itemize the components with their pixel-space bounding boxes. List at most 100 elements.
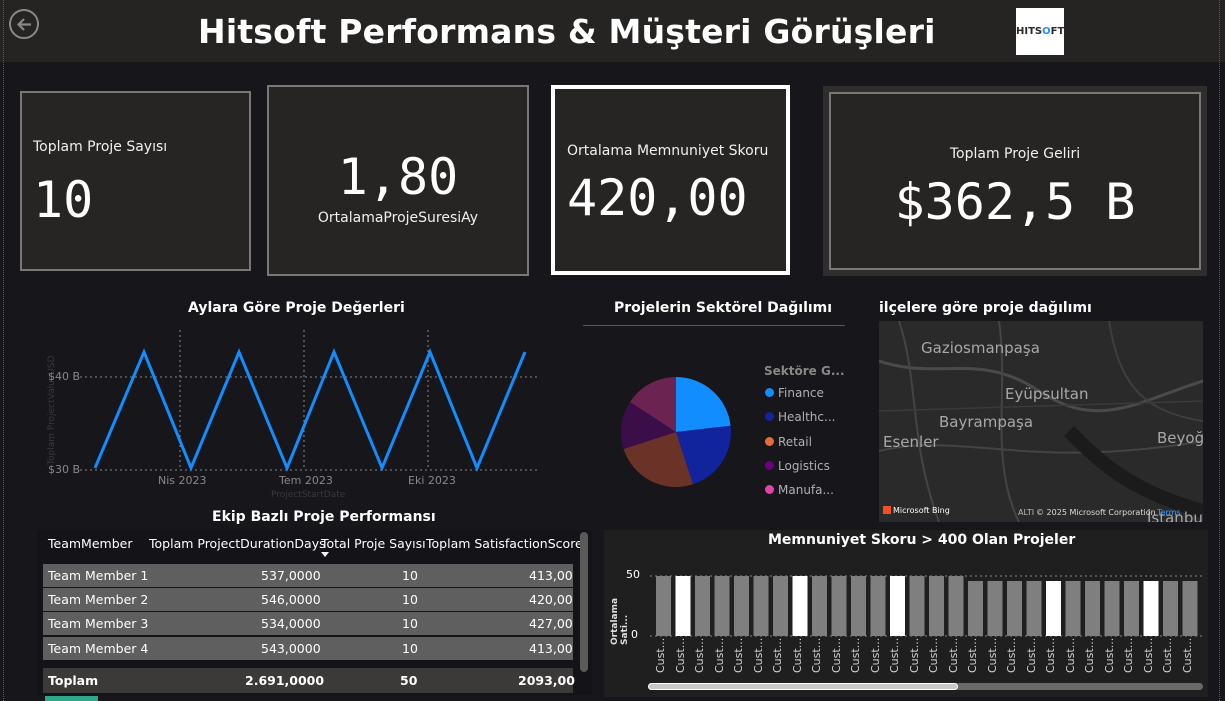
kpi-card-avg-duration[interactable]: 1,80 OrtalamaProjeSuresiAy xyxy=(267,85,529,276)
kpi-card-total-revenue[interactable]: Toplam Proje Geliri $362,5 B xyxy=(823,86,1207,276)
x-tick-label: Cust... xyxy=(751,637,765,673)
arrow-left-icon xyxy=(16,18,31,31)
map-view[interactable]: Gaziosmanpaşa Eyüpsultan Bayrampaşa Esen… xyxy=(879,321,1203,522)
table-row[interactable]: Team Member 3 534,0000 10 427,00 xyxy=(43,612,573,635)
table-row[interactable]: Team Member 1 537,0000 10 413,00 xyxy=(43,564,573,587)
x-tick-label: Cust... xyxy=(1161,637,1174,673)
bar xyxy=(753,576,769,636)
table-row[interactable]: Team Member 4 543,0000 10 413,00 xyxy=(43,637,573,660)
bar xyxy=(890,576,905,636)
x-tick-label: Cust... xyxy=(712,637,726,673)
bar xyxy=(812,576,827,636)
table-title: Ekip Bazlı Proje Performansı xyxy=(212,509,436,525)
scrollbar-thumb[interactable] xyxy=(648,683,958,690)
canvas-border-left xyxy=(3,0,4,701)
pie-title-underline xyxy=(583,325,845,326)
x-tick-label: Cust... xyxy=(966,637,979,673)
bing-logo: Microsoft Bing xyxy=(883,506,950,515)
bar xyxy=(695,576,710,636)
x-tick-label: Cust... xyxy=(888,637,901,673)
y-tick-label: 0 xyxy=(631,628,638,641)
column-header[interactable]: Total Proje Sayısı xyxy=(321,536,426,551)
bar xyxy=(1007,581,1022,636)
map-place-label: Bayrampaşa xyxy=(939,413,1034,431)
legend-item-manufacturing[interactable]: Manufa... xyxy=(765,483,834,497)
bar xyxy=(1104,581,1120,636)
x-tick-label: Cust... xyxy=(1102,637,1116,673)
line-chart-title: Aylara Göre Proje Değerleri xyxy=(188,300,405,316)
legend-item-finance[interactable]: Finance xyxy=(765,386,824,400)
x-tick-label: Cust... xyxy=(829,637,843,673)
legend-item-healthcare[interactable]: Healthc... xyxy=(765,410,835,424)
bar xyxy=(734,576,749,636)
table-scrollbar[interactable] xyxy=(580,532,588,672)
bar xyxy=(987,581,1003,636)
x-tick-label: Cust... xyxy=(927,637,940,673)
x-tick-label: Cust... xyxy=(810,637,823,673)
pie-chart-title: Projelerin Sektörel Dağılımı xyxy=(614,300,833,316)
bar xyxy=(870,576,886,636)
x-tick-label: Cust... xyxy=(1005,637,1018,673)
x-tick-label: Cust... xyxy=(732,637,745,673)
x-tick-label: Cust... xyxy=(946,637,960,673)
map-place-label: Esenler xyxy=(883,433,939,451)
bar xyxy=(1163,581,1178,636)
bar xyxy=(929,576,944,636)
line-chart-ylabel: Toplam ProjectValueUSD xyxy=(47,355,57,465)
bar xyxy=(1124,581,1139,636)
bar xyxy=(1182,581,1198,636)
pie-chart[interactable] xyxy=(618,374,734,490)
x-tick-label: Cust... xyxy=(1024,637,1038,673)
map-altitude: ALTI xyxy=(1018,508,1035,517)
bar-chart[interactable] xyxy=(650,570,1210,640)
legend-item-logistics[interactable]: Logistics xyxy=(765,459,830,473)
bar xyxy=(909,576,925,636)
bar xyxy=(714,576,730,636)
bar xyxy=(1046,581,1061,636)
bar xyxy=(851,576,866,636)
column-header[interactable]: Toplam SatisfactionScore xyxy=(426,536,583,551)
bar xyxy=(948,576,964,636)
x-tick-label: Cust... xyxy=(693,637,706,673)
x-tick-label: Cust... xyxy=(1044,637,1057,673)
x-tick-label: Cust... xyxy=(1063,637,1077,673)
bar xyxy=(968,581,983,636)
kpi-card-avg-satisfaction[interactable]: Ortalama Memnuniyet Skoru 420,00 xyxy=(551,85,790,275)
legend-item-retail[interactable]: Retail xyxy=(765,435,812,449)
header-bar: Hitsoft Performans & Müşteri Görüşleri H… xyxy=(0,0,1225,62)
x-tick-label: Cust... xyxy=(1141,637,1155,673)
map-title: ilçelere göre proje dağılımı xyxy=(879,300,1092,316)
page-tab-indicator[interactable] xyxy=(45,696,98,701)
map-place-label: Gaziosmanpaşa xyxy=(921,339,1040,357)
y-tick-label: 50 xyxy=(626,568,640,581)
x-tick-label: Cust... xyxy=(985,637,999,673)
map-place-label: Eyüpsultan xyxy=(1005,385,1089,403)
y-tick-label: $40 B xyxy=(48,370,81,383)
bar xyxy=(675,576,691,636)
bar xyxy=(656,576,671,636)
bar-chart-scrollbar[interactable] xyxy=(648,683,1203,690)
x-tick-label: Cust... xyxy=(1180,637,1194,673)
column-header[interactable]: Toplam ProjectDurationDays xyxy=(149,536,326,551)
bar xyxy=(831,576,847,636)
kpi-card-total-projects[interactable]: Toplam Proje Sayısı 10 xyxy=(20,91,251,271)
map-terms-link[interactable]: Terms xyxy=(1157,508,1181,517)
kpi-value: 10 xyxy=(33,171,94,229)
column-header[interactable]: TeamMember xyxy=(48,536,132,551)
x-tick-label: Cust... xyxy=(673,637,687,673)
bar xyxy=(1065,581,1081,636)
kpi-label: Ortalama Memnuniyet Skoru xyxy=(567,143,769,159)
table-row[interactable]: Team Member 2 546,0000 10 420,00 xyxy=(43,588,573,611)
sort-desc-icon xyxy=(321,552,329,557)
y-tick-label: $30 B xyxy=(48,463,81,476)
canvas-border-right xyxy=(1219,0,1220,701)
line-chart[interactable] xyxy=(80,330,540,480)
back-button[interactable] xyxy=(9,9,39,39)
x-tick-label: Cust... xyxy=(868,637,882,673)
kpi-value: 420,00 xyxy=(567,169,748,227)
page-title: Hitsoft Performans & Müşteri Görüşleri xyxy=(198,12,936,51)
x-tick-label: Cust... xyxy=(1122,637,1135,673)
bar xyxy=(773,576,788,636)
kpi-label: Toplam Proje Geliri xyxy=(949,146,1081,162)
kpi-value: $362,5 B xyxy=(894,173,1136,231)
